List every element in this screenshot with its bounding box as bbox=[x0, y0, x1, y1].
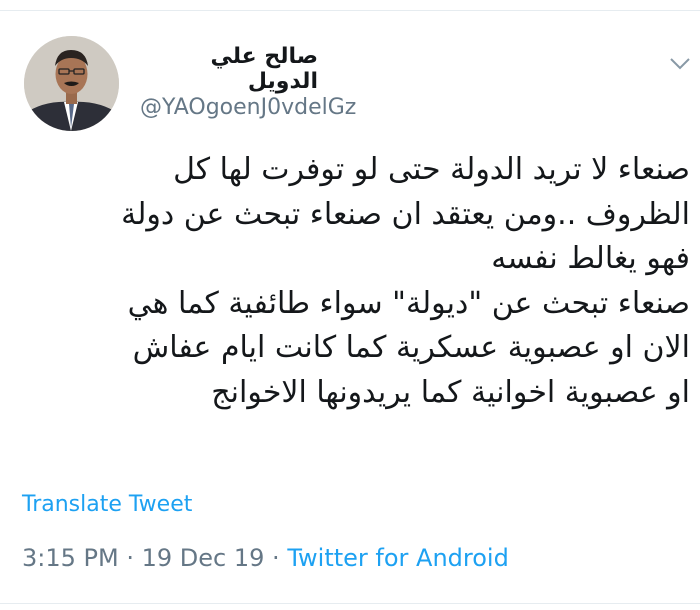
meta-separator: · bbox=[272, 544, 280, 572]
top-divider bbox=[0, 0, 700, 11]
bottom-divider bbox=[0, 603, 700, 604]
avatar[interactable] bbox=[24, 36, 119, 131]
tweet-line: صنعاء لا تريد الدولة حتى لو توفرت لها كل bbox=[173, 152, 690, 187]
tweet-line: الظروف ..ومن يعتقد ان صنعاء تبحث عن دولة bbox=[121, 196, 690, 232]
tweet-meta: 3:15 PM · 19 Dec 19 · Twitter for Androi… bbox=[22, 544, 509, 572]
meta-separator: · bbox=[126, 544, 134, 572]
avatar-photo bbox=[24, 36, 119, 131]
tweet-menu-button[interactable] bbox=[668, 56, 692, 72]
tweet-line: او عصبوية اخوانية كما يريدونها الاخوانج bbox=[211, 374, 690, 410]
tweet-text: صنعاء لا تريد الدولة حتى لو توفرت لها كل… bbox=[18, 148, 690, 415]
tweet-time: 3:15 PM bbox=[22, 544, 119, 572]
author-handle[interactable]: @YAOgoenJ0vdelGz bbox=[140, 95, 356, 120]
chevron-down-icon bbox=[670, 58, 690, 70]
translate-tweet-link[interactable]: Translate Tweet bbox=[22, 492, 192, 517]
tweet-line: الان او عصبوية عسكرية كما كانت ايام عفاش bbox=[132, 330, 690, 365]
author-display-name[interactable]: صالح علي الدويل bbox=[140, 44, 318, 94]
tweet-date: 19 Dec 19 bbox=[141, 544, 265, 572]
tweet-source-link[interactable]: Twitter for Android bbox=[287, 544, 508, 572]
tweet-line: فهو يغالط نفسه bbox=[491, 241, 690, 276]
tweet-line: صنعاء تبحث عن "ديولة" سواء طائفية كما هي bbox=[127, 285, 690, 321]
